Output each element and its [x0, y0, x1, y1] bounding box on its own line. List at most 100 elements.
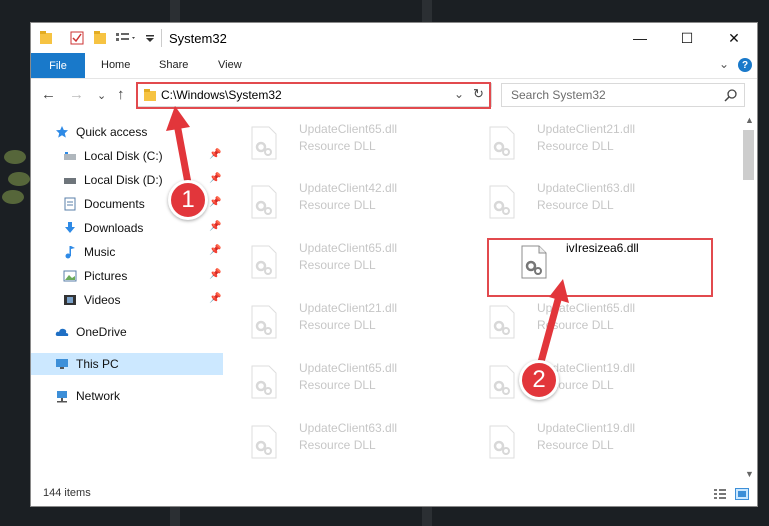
tab-home[interactable]: Home	[101, 59, 130, 71]
pin-icon[interactable]: 📌	[209, 269, 221, 280]
file-item[interactable]: UpdateClient19.dll Resource DLL	[481, 360, 711, 412]
cloud-icon	[55, 328, 69, 336]
up-button[interactable]: ↑	[117, 86, 125, 103]
sidebar-item-local-disk-c[interactable]: Local Disk (C:) 📌	[31, 145, 223, 167]
dll-file-icon	[251, 365, 277, 399]
pin-icon[interactable]: 📌	[209, 197, 221, 208]
search-input[interactable]: Search System32	[501, 83, 745, 107]
computer-icon	[56, 359, 68, 369]
sidebar-item-music[interactable]: Music 📌	[31, 241, 223, 263]
step-2-badge: 2	[519, 360, 559, 400]
title-divider	[161, 29, 162, 47]
customize-toolbar-icon[interactable]	[115, 30, 139, 46]
navigation-pane: Quick access Local Disk (C:) 📌 Local Dis…	[31, 115, 223, 475]
file-item[interactable]: UpdateClient65.dll Resource DLL	[243, 121, 473, 173]
file-item[interactable]: UpdateClient19.dll Resource DLL	[481, 420, 711, 472]
file-type: Resource DLL	[299, 258, 376, 272]
dll-file-icon	[251, 305, 277, 339]
file-type: Resource DLL	[299, 438, 376, 452]
sidebar-item-label: Music	[84, 245, 116, 259]
sidebar-item-label: Downloads	[84, 221, 144, 235]
title-bar: System32 — ☐ ✕	[31, 23, 757, 53]
scroll-up-icon[interactable]: ▲	[745, 115, 754, 125]
pin-icon[interactable]: 📌	[209, 221, 221, 232]
scroll-down-icon[interactable]: ▼	[745, 469, 754, 479]
expand-ribbon-icon[interactable]: ⌄	[719, 57, 729, 71]
file-type: Resource DLL	[299, 139, 376, 153]
sidebar-item-this-pc[interactable]: This PC	[31, 353, 223, 375]
tab-file[interactable]: File	[31, 53, 85, 78]
dll-file-icon	[251, 425, 277, 459]
file-name: UpdateClient63.dll	[299, 421, 398, 435]
dll-file-icon	[489, 365, 515, 399]
file-name: UpdateClient21.dll	[537, 122, 636, 136]
file-type: Resource DLL	[537, 198, 614, 212]
file-item[interactable]: UpdateClient65.dll Resource DLL	[243, 360, 473, 412]
pin-icon[interactable]: 📌	[209, 149, 221, 160]
minimize-button[interactable]: —	[617, 23, 663, 53]
pin-icon[interactable]: 📌	[209, 293, 221, 304]
step-1-badge: 1	[168, 180, 208, 220]
file-item[interactable]: UpdateClient42.dll Resource DLL	[243, 180, 473, 232]
file-name: UpdateClient19.dll	[537, 421, 636, 435]
dll-file-icon	[489, 305, 515, 339]
search-placeholder: Search System32	[511, 88, 606, 102]
sidebar-item-label: Local Disk (C:)	[84, 149, 163, 163]
dll-file-icon	[489, 425, 515, 459]
dll-file-icon	[489, 126, 515, 160]
dll-file-highlight	[487, 238, 713, 297]
forward-button[interactable]: →	[69, 86, 84, 103]
file-type: Resource DLL	[299, 378, 376, 392]
file-name: UpdateClient65.dll	[537, 301, 636, 315]
vertical-scrollbar[interactable]: ▲ ▼	[741, 115, 758, 485]
close-button[interactable]: ✕	[711, 23, 757, 53]
quick-access-dropdown-icon[interactable]	[145, 30, 155, 46]
back-button[interactable]: ←	[41, 86, 56, 103]
sidebar-item-label: Documents	[84, 197, 145, 211]
star-icon	[56, 126, 68, 138]
music-icon	[65, 246, 75, 259]
file-item[interactable]: UpdateClient21.dll Resource DLL	[243, 300, 473, 352]
file-item[interactable]: UpdateClient65.dll Resource DLL	[481, 300, 711, 352]
search-icon[interactable]	[724, 89, 737, 102]
pin-icon[interactable]: 📌	[209, 245, 221, 256]
scrollbar-thumb[interactable]	[743, 130, 754, 180]
dll-file-icon	[251, 245, 277, 279]
file-item[interactable]: UpdateClient21.dll Resource DLL	[481, 121, 711, 173]
help-icon[interactable]: ?	[738, 58, 752, 72]
sidebar-item-pictures[interactable]: Pictures 📌	[31, 265, 223, 287]
sidebar-item-videos[interactable]: Videos 📌	[31, 289, 223, 311]
sidebar-item-network[interactable]: Network	[31, 385, 223, 407]
dll-file-icon	[251, 126, 277, 160]
background-leaf	[4, 150, 26, 164]
file-item[interactable]: UpdateClient65.dll Resource DLL	[243, 240, 473, 292]
sidebar-item-label: Pictures	[84, 269, 128, 283]
pin-icon[interactable]: 📌	[209, 173, 221, 184]
file-name: UpdateClient21.dll	[299, 301, 398, 315]
dll-file-icon	[489, 185, 515, 219]
maximize-button[interactable]: ☐	[664, 23, 710, 53]
recent-locations-button[interactable]: ⌄	[97, 89, 106, 102]
document-icon	[64, 197, 76, 211]
ribbon-tabs: File Home Share View ⌄ ?	[31, 53, 757, 79]
file-item[interactable]: UpdateClient63.dll Resource DLL	[481, 180, 711, 232]
details-view-icon[interactable]	[713, 488, 727, 500]
sidebar-item-label: Quick access	[76, 125, 148, 139]
tab-view[interactable]: View	[218, 59, 242, 71]
file-name: UpdateClient65.dll	[299, 361, 398, 375]
sidebar-item-downloads[interactable]: Downloads 📌	[31, 217, 223, 239]
sidebar-item-onedrive[interactable]: OneDrive	[31, 321, 223, 343]
drive-icon	[64, 152, 76, 160]
sidebar-item-quick-access[interactable]: Quick access	[31, 121, 223, 143]
tab-share[interactable]: Share	[159, 59, 188, 71]
file-name: UpdateClient42.dll	[299, 181, 398, 195]
file-item[interactable]: UpdateClient63.dll Resource DLL	[243, 420, 473, 472]
file-type: Resource DLL	[299, 198, 376, 212]
new-folder-icon[interactable]	[93, 30, 107, 46]
window-title: System32	[169, 31, 227, 46]
sidebar-item-label: Local Disk (D:)	[84, 173, 163, 187]
large-icons-view-icon[interactable]	[735, 488, 749, 500]
file-type: Resource DLL	[537, 318, 614, 332]
dll-file-icon	[251, 185, 277, 219]
properties-icon[interactable]	[69, 30, 85, 46]
